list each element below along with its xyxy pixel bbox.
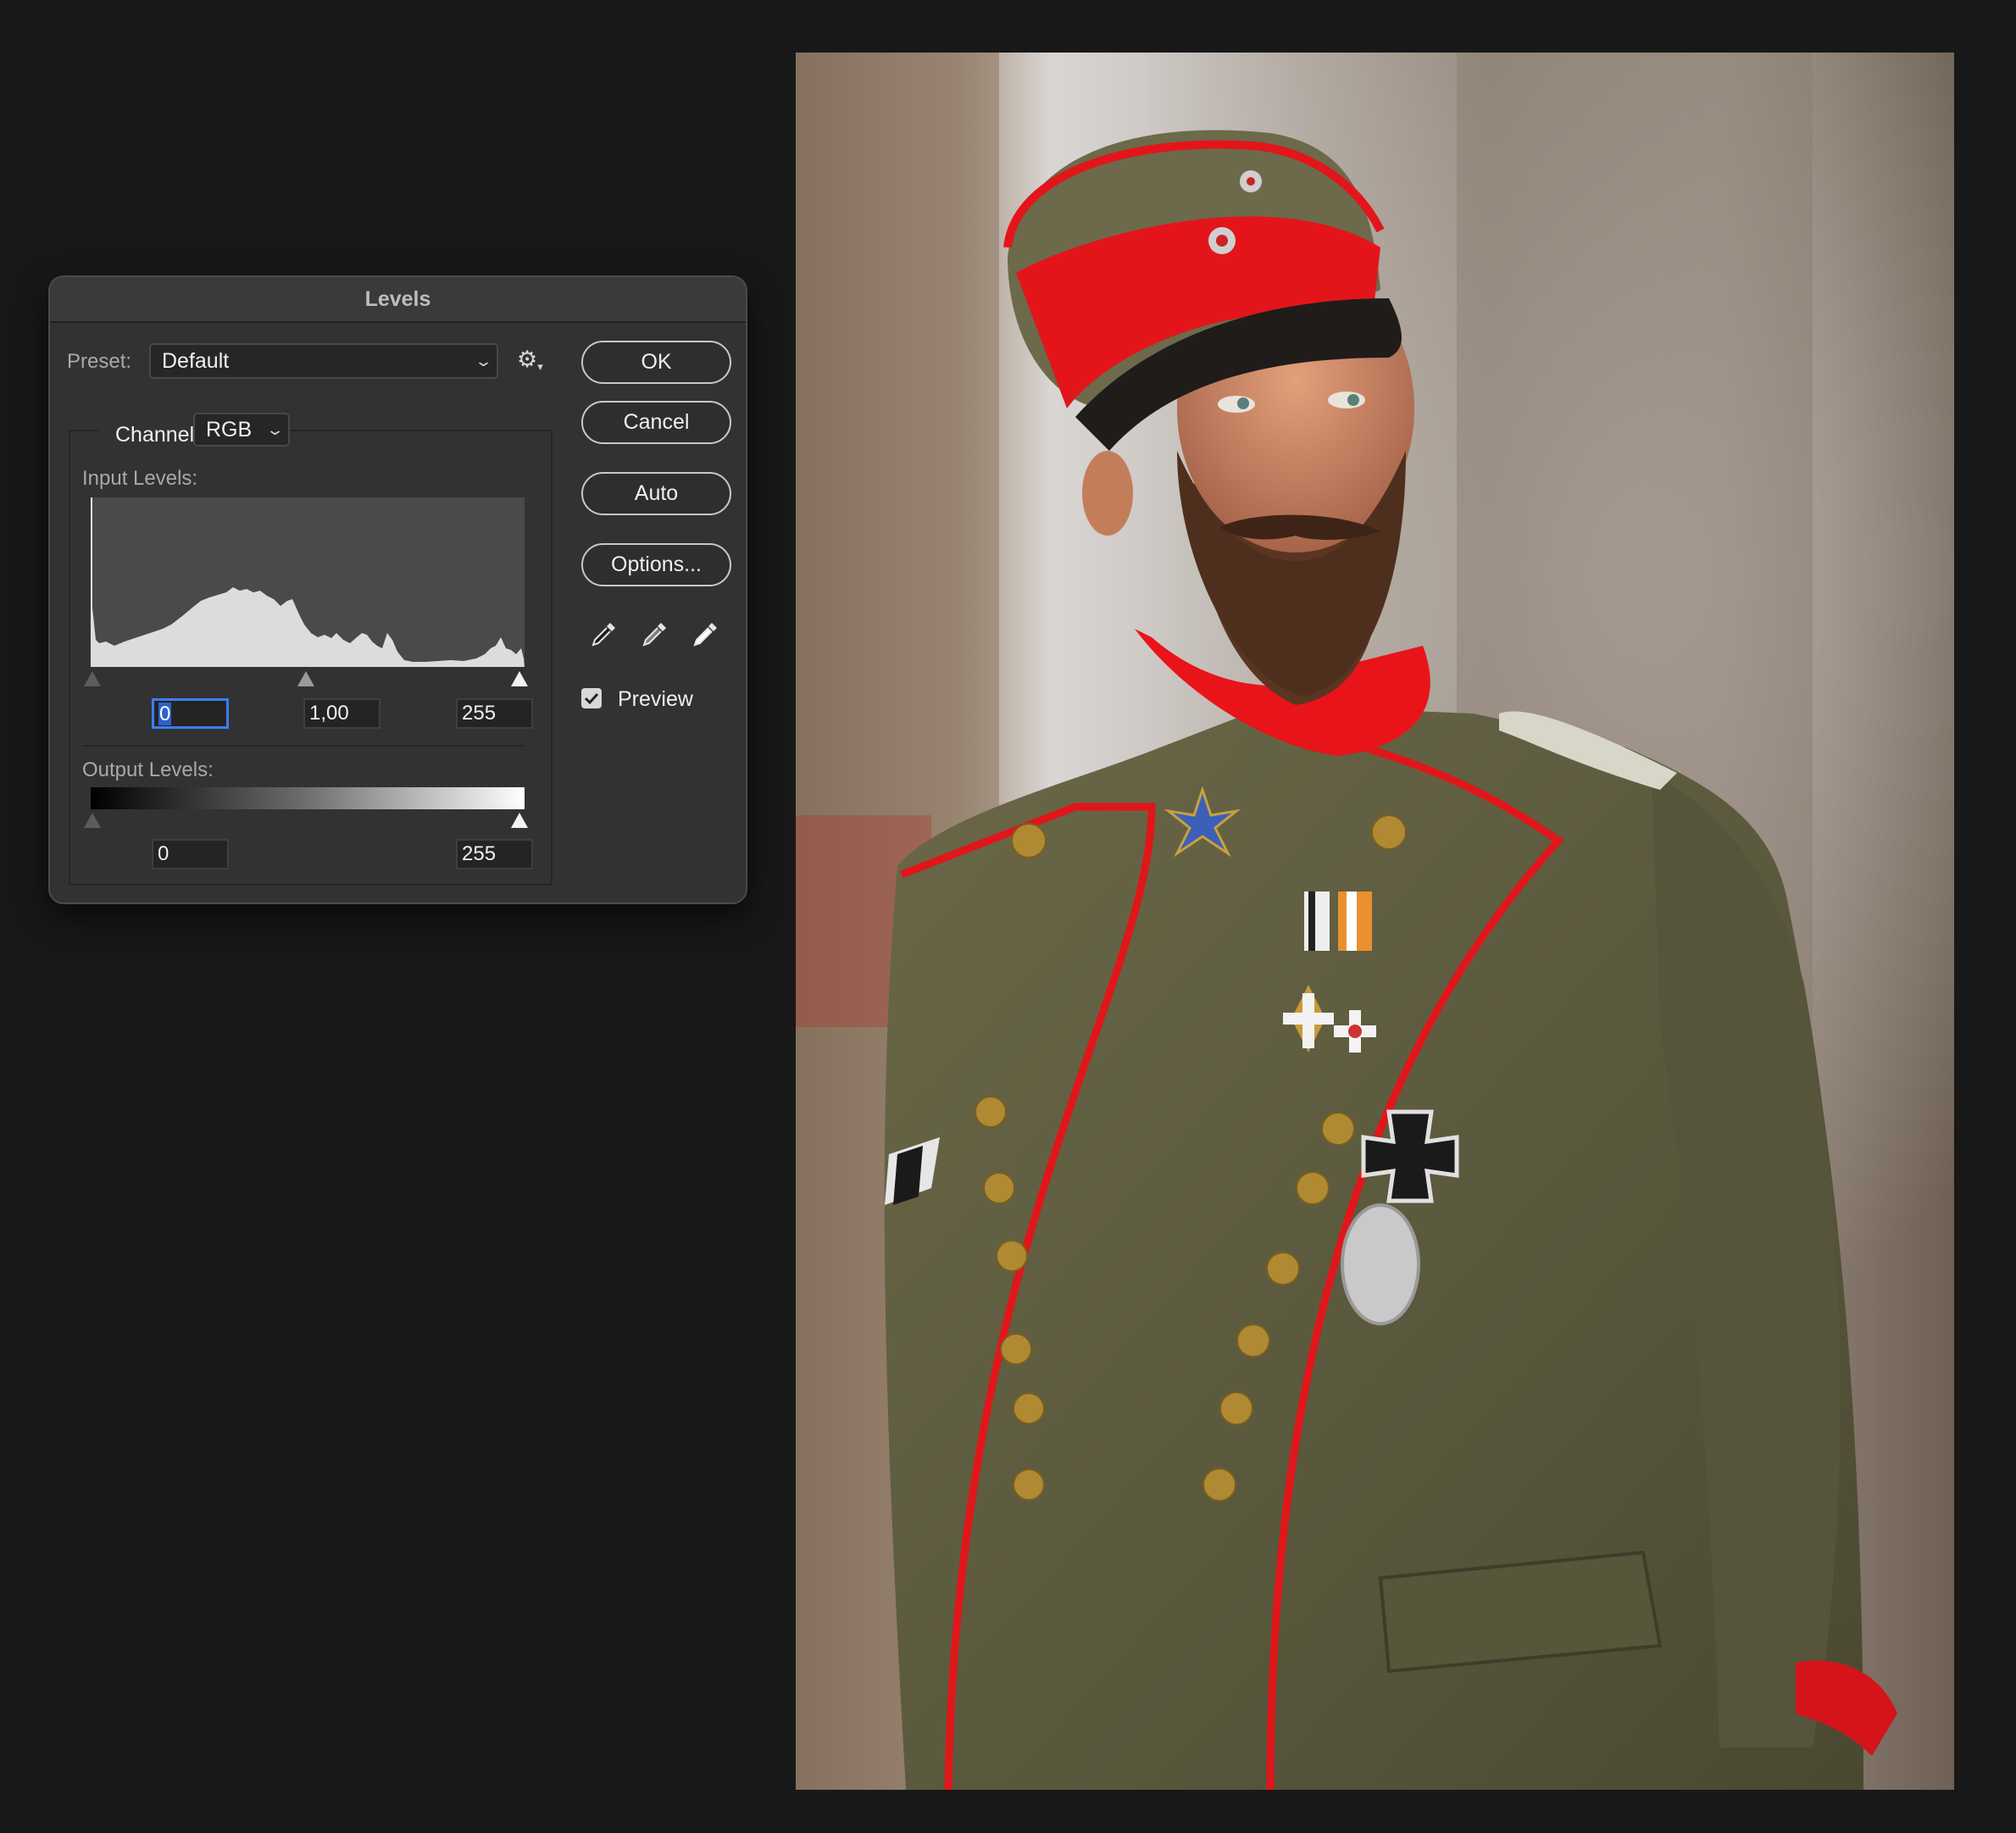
preset-value: Default: [162, 349, 230, 373]
output-white-slider[interactable]: [511, 813, 528, 828]
dialog-title[interactable]: Levels: [50, 277, 746, 323]
output-levels-label: Output Levels:: [82, 758, 214, 781]
histogram: [91, 497, 525, 667]
options-button[interactable]: Options...: [581, 543, 731, 586]
ok-button[interactable]: OK: [581, 341, 731, 384]
input-levels-label: Input Levels:: [82, 467, 198, 490]
output-black-field[interactable]: 0: [152, 839, 229, 869]
input-white-slider[interactable]: [511, 671, 528, 686]
output-gradient: [91, 787, 525, 809]
channel-label: Channel:: [98, 418, 208, 452]
preset-dropdown[interactable]: Default ⌄: [149, 343, 498, 379]
chevron-down-icon: ⌄: [474, 353, 493, 369]
black-point-eyedropper-icon[interactable]: [590, 619, 619, 648]
channel-value: RGB: [206, 418, 253, 442]
canvas-photo[interactable]: [796, 53, 1954, 1790]
divider: [82, 745, 525, 747]
officer-portrait-image: [796, 53, 1897, 1790]
preview-label: Preview: [618, 687, 693, 711]
levels-dialog: Levels Preset: Default ⌄ ⚙▾ Channel: RGB…: [48, 275, 747, 904]
output-white-field[interactable]: 255: [456, 839, 533, 869]
gear-icon[interactable]: ⚙▾: [517, 347, 543, 374]
channel-dropdown[interactable]: RGB ⌄: [193, 413, 290, 447]
input-black-slider[interactable]: [84, 671, 101, 686]
input-gamma-field[interactable]: 1,00: [303, 698, 380, 729]
auto-button[interactable]: Auto: [581, 472, 731, 515]
gray-point-eyedropper-icon[interactable]: [641, 619, 669, 648]
cancel-button[interactable]: Cancel: [581, 401, 731, 444]
preset-label: Preset:: [67, 350, 132, 373]
white-point-eyedropper-icon[interactable]: [691, 619, 720, 648]
input-gamma-slider[interactable]: [297, 671, 314, 686]
chevron-down-icon: ⌄: [265, 421, 285, 438]
output-black-slider[interactable]: [84, 813, 101, 828]
input-black-field[interactable]: 0: [152, 698, 229, 729]
input-white-field[interactable]: 255: [456, 698, 533, 729]
checkmark-icon: [584, 692, 599, 705]
preview-checkbox[interactable]: [581, 688, 602, 708]
